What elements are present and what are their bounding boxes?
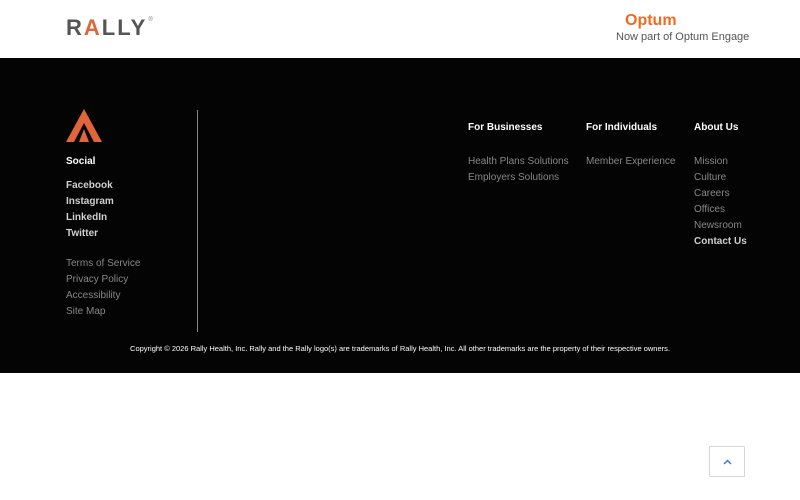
- chevron-up-icon: [723, 459, 731, 464]
- for-individuals-heading: For Individuals: [586, 122, 658, 133]
- mission-link[interactable]: Mission: [694, 156, 747, 172]
- for-individuals-column: For Individuals Member Experience: [586, 122, 686, 167]
- instagram-link[interactable]: Instagram: [66, 196, 114, 212]
- about-us-heading: About Us: [694, 122, 739, 133]
- social-links: Facebook Instagram LinkedIn Twitter: [66, 180, 114, 244]
- facebook-link[interactable]: Facebook: [66, 180, 114, 196]
- careers-link[interactable]: Careers: [694, 188, 747, 204]
- about-us-links: Mission Culture Careers Offices Newsroom…: [694, 156, 747, 252]
- twitter-link[interactable]: Twitter: [66, 228, 114, 244]
- registered-mark: ®: [148, 17, 153, 23]
- for-businesses-heading: For Businesses: [468, 122, 543, 133]
- accessibility-link[interactable]: Accessibility: [66, 290, 140, 306]
- optum-subtitle: Now part of Optum Engage: [616, 31, 750, 43]
- scroll-to-top-button[interactable]: [709, 446, 745, 477]
- vertical-divider: [197, 110, 198, 332]
- for-businesses-column: For Businesses Health Plans Solutions Em…: [468, 122, 578, 183]
- legal-links: Terms of Service Privacy Policy Accessib…: [66, 258, 140, 322]
- copyright-text: Copyright © 2026 Rally Health, Inc. Rall…: [130, 344, 670, 353]
- employers-solutions-link[interactable]: Employers Solutions: [468, 172, 569, 188]
- site-footer: Social Facebook Instagram LinkedIn Twitt…: [0, 58, 800, 373]
- site-header: RALLY ® Optum Now part of Optum Engage: [0, 0, 800, 58]
- terms-of-service-link[interactable]: Terms of Service: [66, 258, 140, 274]
- social-heading: Social: [66, 156, 96, 167]
- for-businesses-links: Health Plans Solutions Employers Solutio…: [468, 156, 569, 188]
- about-us-column: About Us Mission Culture Careers Offices…: [694, 122, 774, 247]
- newsroom-link[interactable]: Newsroom: [694, 220, 747, 236]
- culture-link[interactable]: Culture: [694, 172, 747, 188]
- offices-link[interactable]: Offices: [694, 204, 747, 220]
- health-plans-solutions-link[interactable]: Health Plans Solutions: [468, 156, 569, 172]
- member-experience-link[interactable]: Member Experience: [586, 156, 675, 172]
- linkedin-link[interactable]: LinkedIn: [66, 212, 114, 228]
- rally-logo[interactable]: RALLY ®: [66, 17, 153, 39]
- optum-logo[interactable]: Optum: [625, 12, 677, 30]
- rally-logo-text: RALLY: [66, 15, 148, 40]
- contact-us-link[interactable]: Contact Us: [694, 236, 747, 252]
- for-individuals-links: Member Experience: [586, 156, 675, 172]
- rally-mark-icon[interactable]: [66, 109, 102, 142]
- privacy-policy-link[interactable]: Privacy Policy: [66, 274, 140, 290]
- site-map-link[interactable]: Site Map: [66, 306, 140, 322]
